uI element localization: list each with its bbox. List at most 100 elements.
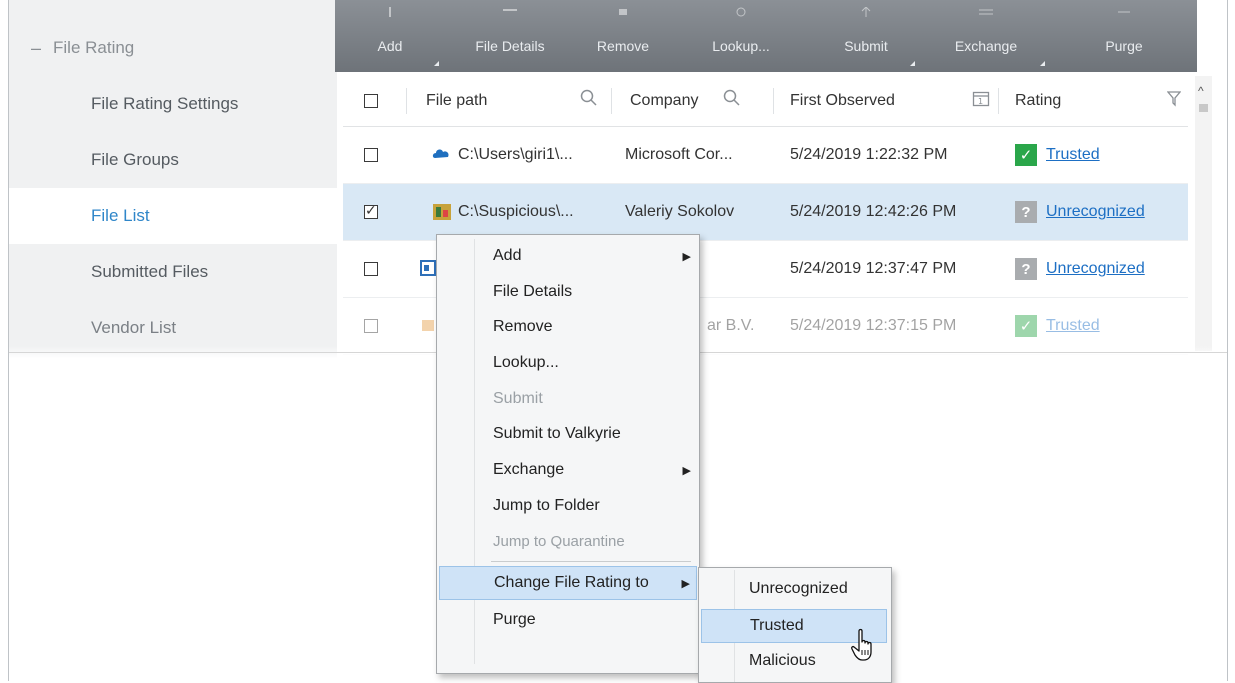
- first-observed-cell: 5/24/2019 12:37:47 PM: [790, 260, 957, 277]
- menu-item-add[interactable]: Add ▶: [439, 239, 697, 273]
- add-icon: [381, 4, 399, 17]
- first-observed-cell: 5/24/2019 1:22:32 PM: [790, 146, 948, 163]
- column-divider: [773, 88, 774, 114]
- menu-item-change-file-rating[interactable]: Change File Rating to ▶: [439, 566, 697, 600]
- row-checkbox[interactable]: [364, 202, 378, 219]
- rating-link[interactable]: Unrecognized: [1046, 260, 1145, 278]
- dropdown-indicator-icon: [1040, 61, 1045, 66]
- remove-icon: [614, 4, 632, 15]
- dropdown-indicator-icon: [434, 61, 439, 66]
- unrecognized-question-icon: ?: [1015, 258, 1037, 280]
- search-icon[interactable]: [580, 89, 598, 112]
- dropdown-indicator-icon: [910, 61, 915, 66]
- remove-button-label: Remove: [596, 38, 650, 54]
- table-header: File path Company First Observed 1 Ratin…: [343, 76, 1188, 127]
- app-icon: [432, 202, 452, 227]
- file-details-button-label: File Details: [475, 38, 545, 54]
- menu-item-remove[interactable]: Remove: [439, 310, 697, 344]
- sidebar: – File Rating File Rating Settings File …: [9, 0, 337, 358]
- sidebar-item-file-groups[interactable]: File Groups: [9, 132, 337, 188]
- sidebar-item-file-rating-settings[interactable]: File Rating Settings: [9, 76, 337, 132]
- company-cell: Microsoft Cor...: [625, 146, 733, 163]
- exchange-button-label: Exchange: [954, 38, 1018, 54]
- toolbar: Add File Details Remove Lookup... Submit…: [335, 0, 1197, 72]
- column-header-rating[interactable]: Rating: [1015, 92, 1061, 110]
- scroll-up-icon[interactable]: ^: [1198, 84, 1204, 98]
- column-divider: [998, 88, 999, 114]
- column-divider: [611, 88, 612, 114]
- sidebar-item-file-list[interactable]: File List: [9, 188, 337, 244]
- row-checkbox[interactable]: [364, 262, 378, 276]
- menu-item-submit-to-valkyrie[interactable]: Submit to Valkyrie: [439, 417, 697, 451]
- submit-button[interactable]: Submit: [811, 0, 921, 72]
- purge-button-label: Purge: [1105, 38, 1143, 54]
- lookup-icon: [732, 4, 750, 17]
- menu-item-submit: Submit: [493, 390, 543, 407]
- exchange-icon: [977, 4, 995, 15]
- menu-item-exchange[interactable]: Exchange ▶: [439, 453, 697, 487]
- rating-link[interactable]: Unrecognized: [1046, 203, 1145, 221]
- file-path-cell: C:\Users\giri1\...: [458, 146, 573, 163]
- package-icon: [420, 317, 436, 338]
- table-row[interactable]: C:\Suspicious\... Valeriy Sokolov 5/24/2…: [343, 184, 1188, 241]
- lookup-button-label: Lookup...: [712, 38, 770, 54]
- cloud-icon: [432, 145, 452, 166]
- purge-button[interactable]: Purge: [1051, 0, 1197, 72]
- trusted-check-icon: ✓: [1015, 144, 1037, 166]
- remove-button[interactable]: Remove: [575, 0, 671, 72]
- submenu-arrow-icon: ▶: [682, 250, 691, 263]
- column-header-file-path[interactable]: File path: [426, 92, 487, 110]
- first-observed-cell: 5/24/2019 12:37:15 PM: [790, 317, 957, 334]
- sidebar-item-label: Vendor List: [91, 318, 177, 337]
- select-all-checkbox[interactable]: [364, 94, 378, 108]
- table-row[interactable]: C:\Users\giri1\... Microsoft Cor... 5/24…: [343, 127, 1188, 184]
- sidebar-item-label: File Groups: [91, 150, 179, 169]
- sidebar-section-file-rating[interactable]: – File Rating: [9, 20, 337, 76]
- submit-icon: [857, 4, 875, 17]
- add-button[interactable]: Add: [335, 0, 445, 72]
- company-cell: Valeriy Sokolov: [625, 203, 735, 220]
- collapse-icon[interactable]: –: [29, 38, 43, 59]
- window-icon: [420, 260, 436, 281]
- menu-item-lookup[interactable]: Lookup...: [439, 346, 697, 380]
- rating-link[interactable]: Trusted: [1046, 317, 1100, 335]
- column-header-first-observed[interactable]: First Observed: [790, 92, 895, 110]
- submenu-arrow-icon: ▶: [682, 464, 691, 477]
- submenu-item-unrecognized[interactable]: Unrecognized: [701, 572, 887, 606]
- row-checkbox[interactable]: [364, 148, 378, 162]
- exchange-button[interactable]: Exchange: [921, 0, 1051, 72]
- search-icon[interactable]: [723, 89, 741, 112]
- column-divider: [406, 88, 407, 114]
- change-rating-submenu: Unrecognized Trusted Malicious: [698, 567, 892, 683]
- menu-item-purge[interactable]: Purge: [439, 603, 697, 637]
- trusted-check-icon: ✓: [1015, 315, 1037, 337]
- scrollbar-thumb[interactable]: [1199, 104, 1208, 112]
- company-cell: ar B.V.: [707, 317, 755, 334]
- filter-icon[interactable]: [1166, 91, 1182, 112]
- menu-item-jump-to-quarantine: Jump to Quarantine: [493, 532, 625, 550]
- rating-link[interactable]: Trusted: [1046, 146, 1100, 164]
- sidebar-item-submitted-files[interactable]: Submitted Files: [9, 244, 337, 300]
- column-header-company[interactable]: Company: [630, 92, 698, 110]
- sidebar-item-label: File List: [91, 206, 150, 225]
- sidebar-item-label: File Rating Settings: [91, 94, 239, 113]
- details-icon: [501, 4, 519, 14]
- sidebar-item-label: Submitted Files: [91, 262, 209, 281]
- file-path-cell: C:\Suspicious\...: [458, 203, 574, 220]
- menu-item-file-details[interactable]: File Details: [439, 275, 697, 309]
- file-details-button[interactable]: File Details: [445, 0, 575, 72]
- row-checkbox[interactable]: [364, 319, 378, 333]
- menu-separator: [491, 561, 691, 562]
- sidebar-section-label: File Rating: [53, 38, 135, 57]
- svg-text:1: 1: [978, 97, 983, 106]
- lookup-button[interactable]: Lookup...: [671, 0, 811, 72]
- submit-button-label: Submit: [844, 38, 888, 54]
- submenu-arrow-icon: ▶: [681, 577, 690, 590]
- unrecognized-question-icon: ?: [1015, 201, 1037, 223]
- context-menu: Add ▶ File Details Remove Lookup... Submi…: [436, 234, 700, 674]
- purge-icon: [1115, 4, 1133, 14]
- calendar-icon[interactable]: 1: [972, 90, 990, 113]
- add-button-label: Add: [377, 38, 403, 54]
- vertical-scrollbar[interactable]: ^: [1195, 76, 1212, 351]
- menu-item-jump-to-folder[interactable]: Jump to Folder: [439, 489, 697, 523]
